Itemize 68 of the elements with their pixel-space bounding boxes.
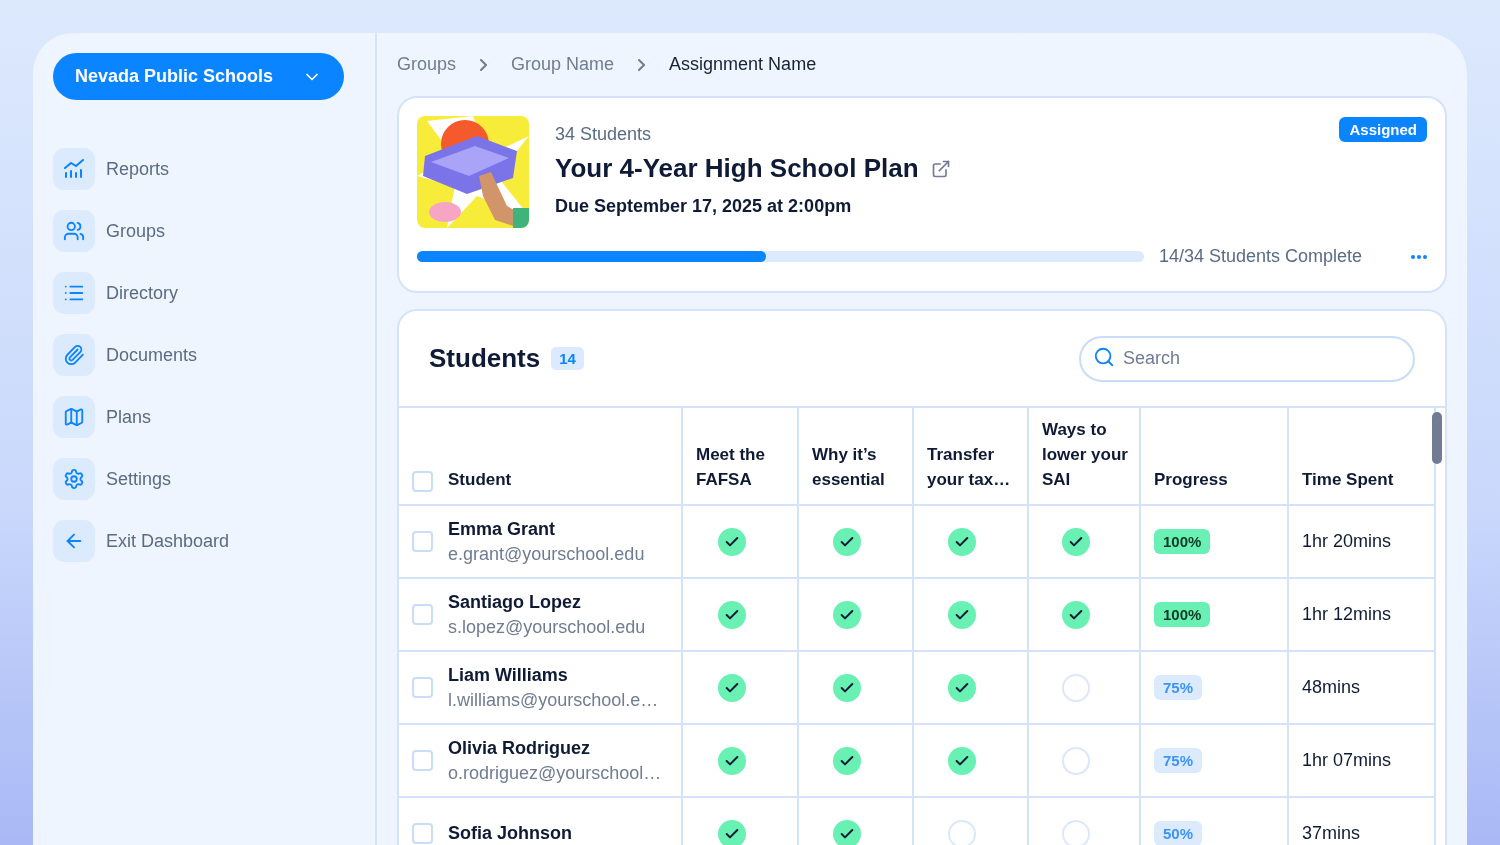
time-spent: 1hr 20mins (1302, 531, 1392, 552)
column-header: Meet the FAFSA (696, 444, 766, 491)
assignment-title: Your 4-Year High School Plan (555, 153, 919, 184)
student-name: Emma Grant (448, 518, 557, 540)
search-field[interactable]: Search (1079, 335, 1415, 382)
progress-badge: 100% (1154, 602, 1211, 627)
chevron-right-icon (638, 58, 646, 71)
breadcrumb-link[interactable]: Group Name (511, 54, 615, 75)
due-date: Due September 17, 2025 at 2:00pm (555, 196, 853, 217)
progress-badge: 50% (1154, 821, 1203, 845)
checkbox[interactable] (412, 604, 433, 625)
progress-badge: 75% (1154, 748, 1203, 773)
time-spent: 48mins (1302, 677, 1361, 698)
nav-link[interactable]: Settings (106, 468, 172, 490)
column-header: Transfer your tax… (927, 444, 1012, 491)
count-badge: 14 (551, 347, 584, 370)
student-email: l.williams@yourschool.e… (448, 689, 659, 711)
student-name: Santiago Lopez (448, 591, 582, 613)
checkbox[interactable] (412, 531, 433, 552)
student-name: Liam Williams (448, 664, 569, 686)
completion-text: 14/34 Students Complete (1159, 246, 1363, 267)
breadcrumb-link[interactable]: Assignment Name (669, 54, 817, 75)
column-header: Why it’s essential (812, 444, 886, 491)
student-email: e.grant@yourschool.edu (448, 543, 645, 565)
column-header: Progress (1154, 469, 1228, 491)
checkbox[interactable] (412, 750, 433, 771)
scrollbar-thumb[interactable] (1432, 412, 1442, 464)
column-header: Student (448, 469, 512, 491)
nav-link[interactable]: Groups (106, 220, 166, 242)
nav-link[interactable]: Reports (106, 158, 170, 180)
checkbox[interactable] (412, 823, 433, 844)
student-name: Olivia Rodriguez (448, 737, 592, 759)
checkbox[interactable] (412, 471, 433, 492)
progress-badge: 100% (1154, 529, 1211, 554)
section-title: Students (429, 343, 541, 374)
student-email: s.lopez@yourschool.edu (448, 616, 646, 638)
nav-link[interactable]: Directory (106, 282, 178, 304)
more-icon (1411, 254, 1427, 259)
student-count: 34 Students (555, 124, 653, 145)
breadcrumb-link[interactable]: Groups (397, 54, 457, 75)
time-spent: 1hr 12mins (1302, 604, 1392, 625)
nav-icon-tile[interactable] (53, 148, 95, 190)
student-name: Sofia Johnson (448, 823, 572, 844)
people-icon (63, 220, 85, 242)
chevron-right-icon (480, 58, 488, 71)
nav-icon-tile[interactable] (53, 520, 95, 562)
organization-dropdown[interactable]: Nevada Public Schools (53, 53, 344, 100)
column-header: Ways to lower your SAI (1042, 419, 1129, 491)
nav-icon-tile[interactable] (53, 210, 95, 252)
checkbox[interactable] (412, 677, 433, 698)
nav-link[interactable]: Plans (106, 406, 152, 428)
time-spent: 1hr 07mins (1302, 750, 1392, 771)
column-header: Time Spent (1302, 469, 1394, 491)
paperclip-icon (63, 344, 85, 366)
nav-link[interactable]: Documents (106, 344, 198, 366)
nav-link[interactable]: Exit Dashboard (106, 530, 230, 552)
settings-icon (63, 468, 85, 490)
external-link-icon[interactable] (930, 158, 951, 179)
nav-icon-tile[interactable] (53, 334, 95, 376)
nav-icon-tile[interactable] (53, 272, 95, 314)
nav-icon-tile[interactable] (53, 396, 95, 438)
time-spent: 37mins (1302, 823, 1361, 844)
status-badge: Assigned (1339, 117, 1427, 142)
nav-icon-tile[interactable] (53, 458, 95, 500)
progress-badge: 75% (1154, 675, 1203, 700)
map-icon (63, 406, 85, 428)
chart-icon (63, 159, 85, 179)
student-email: o.rodriguez@yourschool… (448, 762, 662, 784)
